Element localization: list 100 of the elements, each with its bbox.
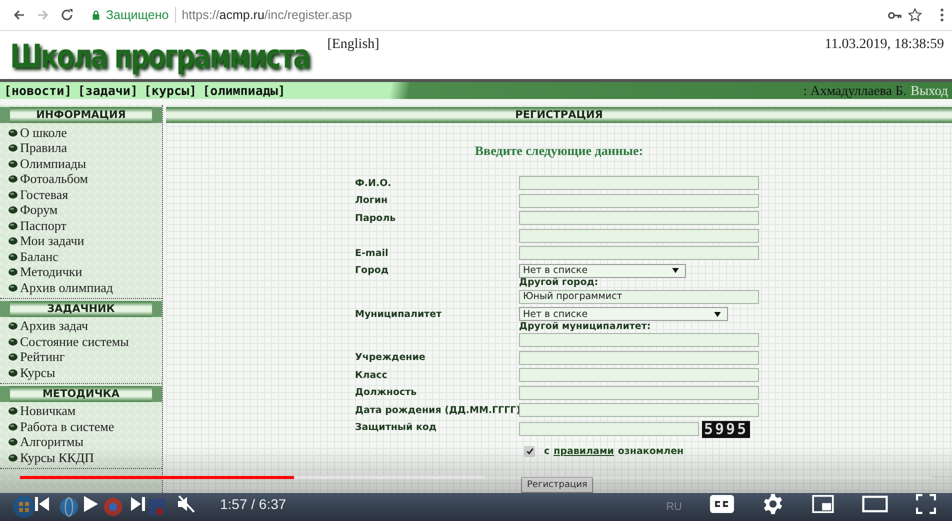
nav-link[interactable]: [курсы]: [144, 83, 197, 98]
input-field[interactable]: [519, 211, 759, 225]
next-icon[interactable]: [128, 494, 148, 514]
date-time: 11.03.2019, 18:38:59: [824, 37, 944, 53]
section-header: ЗАДАЧНИК: [0, 300, 162, 316]
section-header: МЕТОДИЧКА: [0, 386, 162, 402]
input-field[interactable]: [519, 194, 759, 208]
bullet-icon: [8, 454, 18, 462]
bullet-icon: [8, 368, 18, 377]
site-logo[interactable]: Школа программиста: [10, 36, 310, 78]
input-field[interactable]: [519, 176, 759, 190]
field-label: Защитный код: [355, 422, 437, 433]
bullet-icon: [8, 438, 18, 446]
sidebar-link[interactable]: Правила: [20, 140, 68, 156]
caret-icon: [672, 268, 679, 273]
field-label: Логин: [355, 195, 388, 206]
field-label: Ф.И.О.: [355, 178, 392, 188]
bullet-icon: [8, 237, 18, 246]
input-field[interactable]: [519, 386, 759, 400]
field-label: Другой муниципалитет:: [519, 320, 651, 332]
bullet-icon: [8, 144, 18, 152]
back-icon[interactable]: [12, 8, 26, 22]
rules-link[interactable]: правилами: [554, 446, 614, 456]
sidebar-link[interactable]: Работа в системе: [20, 418, 114, 435]
field-label: Пароль: [355, 212, 396, 224]
sidebar-link[interactable]: Рейтинг: [20, 349, 65, 366]
sidebar-link[interactable]: Архив олимпиад: [20, 280, 114, 296]
checkbox[interactable]: [524, 446, 535, 456]
logout-link[interactable]: Выход: [910, 82, 948, 98]
miniplayer-icon[interactable]: [812, 495, 834, 513]
sidebar-link[interactable]: Курсы: [20, 364, 56, 381]
sidebar-link[interactable]: Паспорт: [20, 218, 66, 234]
bullet-icon: [8, 128, 18, 137]
bullet-icon: [8, 422, 18, 431]
sidebar-link[interactable]: Гостевая: [20, 186, 68, 203]
input-field[interactable]: [519, 228, 759, 242]
sidebar-link[interactable]: Методички: [20, 264, 82, 280]
sidebar-link[interactable]: Баланс: [20, 248, 58, 265]
bullet-icon: [8, 322, 18, 330]
input-field[interactable]: [519, 246, 759, 260]
bullet-icon: [8, 338, 18, 346]
globe-icon[interactable]: [58, 496, 80, 518]
panel-header: РЕГИСТРАЦИЯ: [166, 107, 952, 123]
sidebar-link[interactable]: Курсы ККДП: [20, 450, 94, 466]
lock-icon: [92, 10, 100, 20]
bullet-icon: [8, 206, 18, 214]
input-field[interactable]: [519, 368, 759, 382]
secure-label: Защищено: [106, 8, 169, 22]
input-field[interactable]: [519, 422, 699, 436]
field-label: Должность: [355, 387, 417, 398]
language-link[interactable]: [English]: [327, 37, 380, 53]
theater-icon[interactable]: [862, 495, 888, 513]
bullet-icon: [8, 284, 18, 292]
bullet-icon: [8, 175, 18, 184]
form-heading: Введите следующие данные:: [474, 143, 644, 159]
sidebar-link[interactable]: Архив задач: [20, 318, 88, 334]
fullscreen-icon[interactable]: [916, 494, 936, 514]
progress-track[interactable]: [20, 476, 932, 479]
nav-link[interactable]: [олимпиады]: [202, 83, 286, 98]
bullet-icon: [8, 252, 18, 261]
captions-icon[interactable]: [710, 495, 734, 513]
dropdown[interactable]: Нет в списке: [519, 264, 686, 278]
section-header: ИНФОРМАЦИЯ: [0, 107, 162, 123]
bullet-icon: [8, 353, 18, 362]
user-name: : Ахмадуллаева Б.: [803, 82, 906, 98]
input-field[interactable]: Юный программист: [519, 290, 759, 304]
field-label: Муниципалитет: [355, 308, 442, 320]
sidebar-link[interactable]: Олимпиады: [20, 156, 86, 172]
reload-icon[interactable]: [60, 8, 74, 22]
star-icon[interactable]: [908, 8, 922, 22]
sidebar-link[interactable]: О школе: [20, 124, 67, 141]
key-icon[interactable]: [888, 10, 902, 20]
input-field[interactable]: [519, 350, 759, 364]
dropdown[interactable]: Нет в списке: [519, 307, 728, 321]
bullet-icon: [8, 222, 18, 230]
field-label: Дата рождения (ДД.ММ.ГГГГ): [355, 404, 521, 416]
bullet-icon: [8, 160, 18, 168]
muted-icon[interactable]: [176, 494, 196, 514]
start-orb-icon[interactable]: [12, 495, 36, 519]
field-label: Класс: [355, 370, 388, 380]
field-label: E-mail: [355, 248, 388, 258]
sidebar-link[interactable]: Фотоальбом: [20, 171, 88, 188]
sidebar-link[interactable]: Мои задачи: [20, 233, 84, 250]
agree-text: с: [544, 446, 550, 456]
nav-link[interactable]: [задачи]: [78, 83, 138, 98]
time-display: 1:57 / 6:37: [220, 496, 286, 512]
sidebar-link[interactable]: Алгоритмы: [20, 434, 84, 450]
input-field[interactable]: [519, 403, 759, 417]
nav-link[interactable]: [новости]: [4, 83, 72, 98]
caret-icon: [714, 312, 721, 316]
agree-text: ознакомлен: [618, 446, 684, 456]
sidebar-link[interactable]: Новичкам: [20, 403, 76, 420]
settings-icon[interactable]: [762, 493, 784, 515]
field-label: Другой город:: [519, 277, 598, 288]
register-button[interactable]: Регистрация: [521, 476, 594, 492]
sidebar-link[interactable]: Форум: [20, 202, 58, 218]
more-icon[interactable]: [940, 8, 944, 22]
input-field[interactable]: [519, 333, 759, 347]
sidebar-link[interactable]: Состояние системы: [20, 334, 129, 350]
previous-icon[interactable]: [32, 494, 52, 514]
